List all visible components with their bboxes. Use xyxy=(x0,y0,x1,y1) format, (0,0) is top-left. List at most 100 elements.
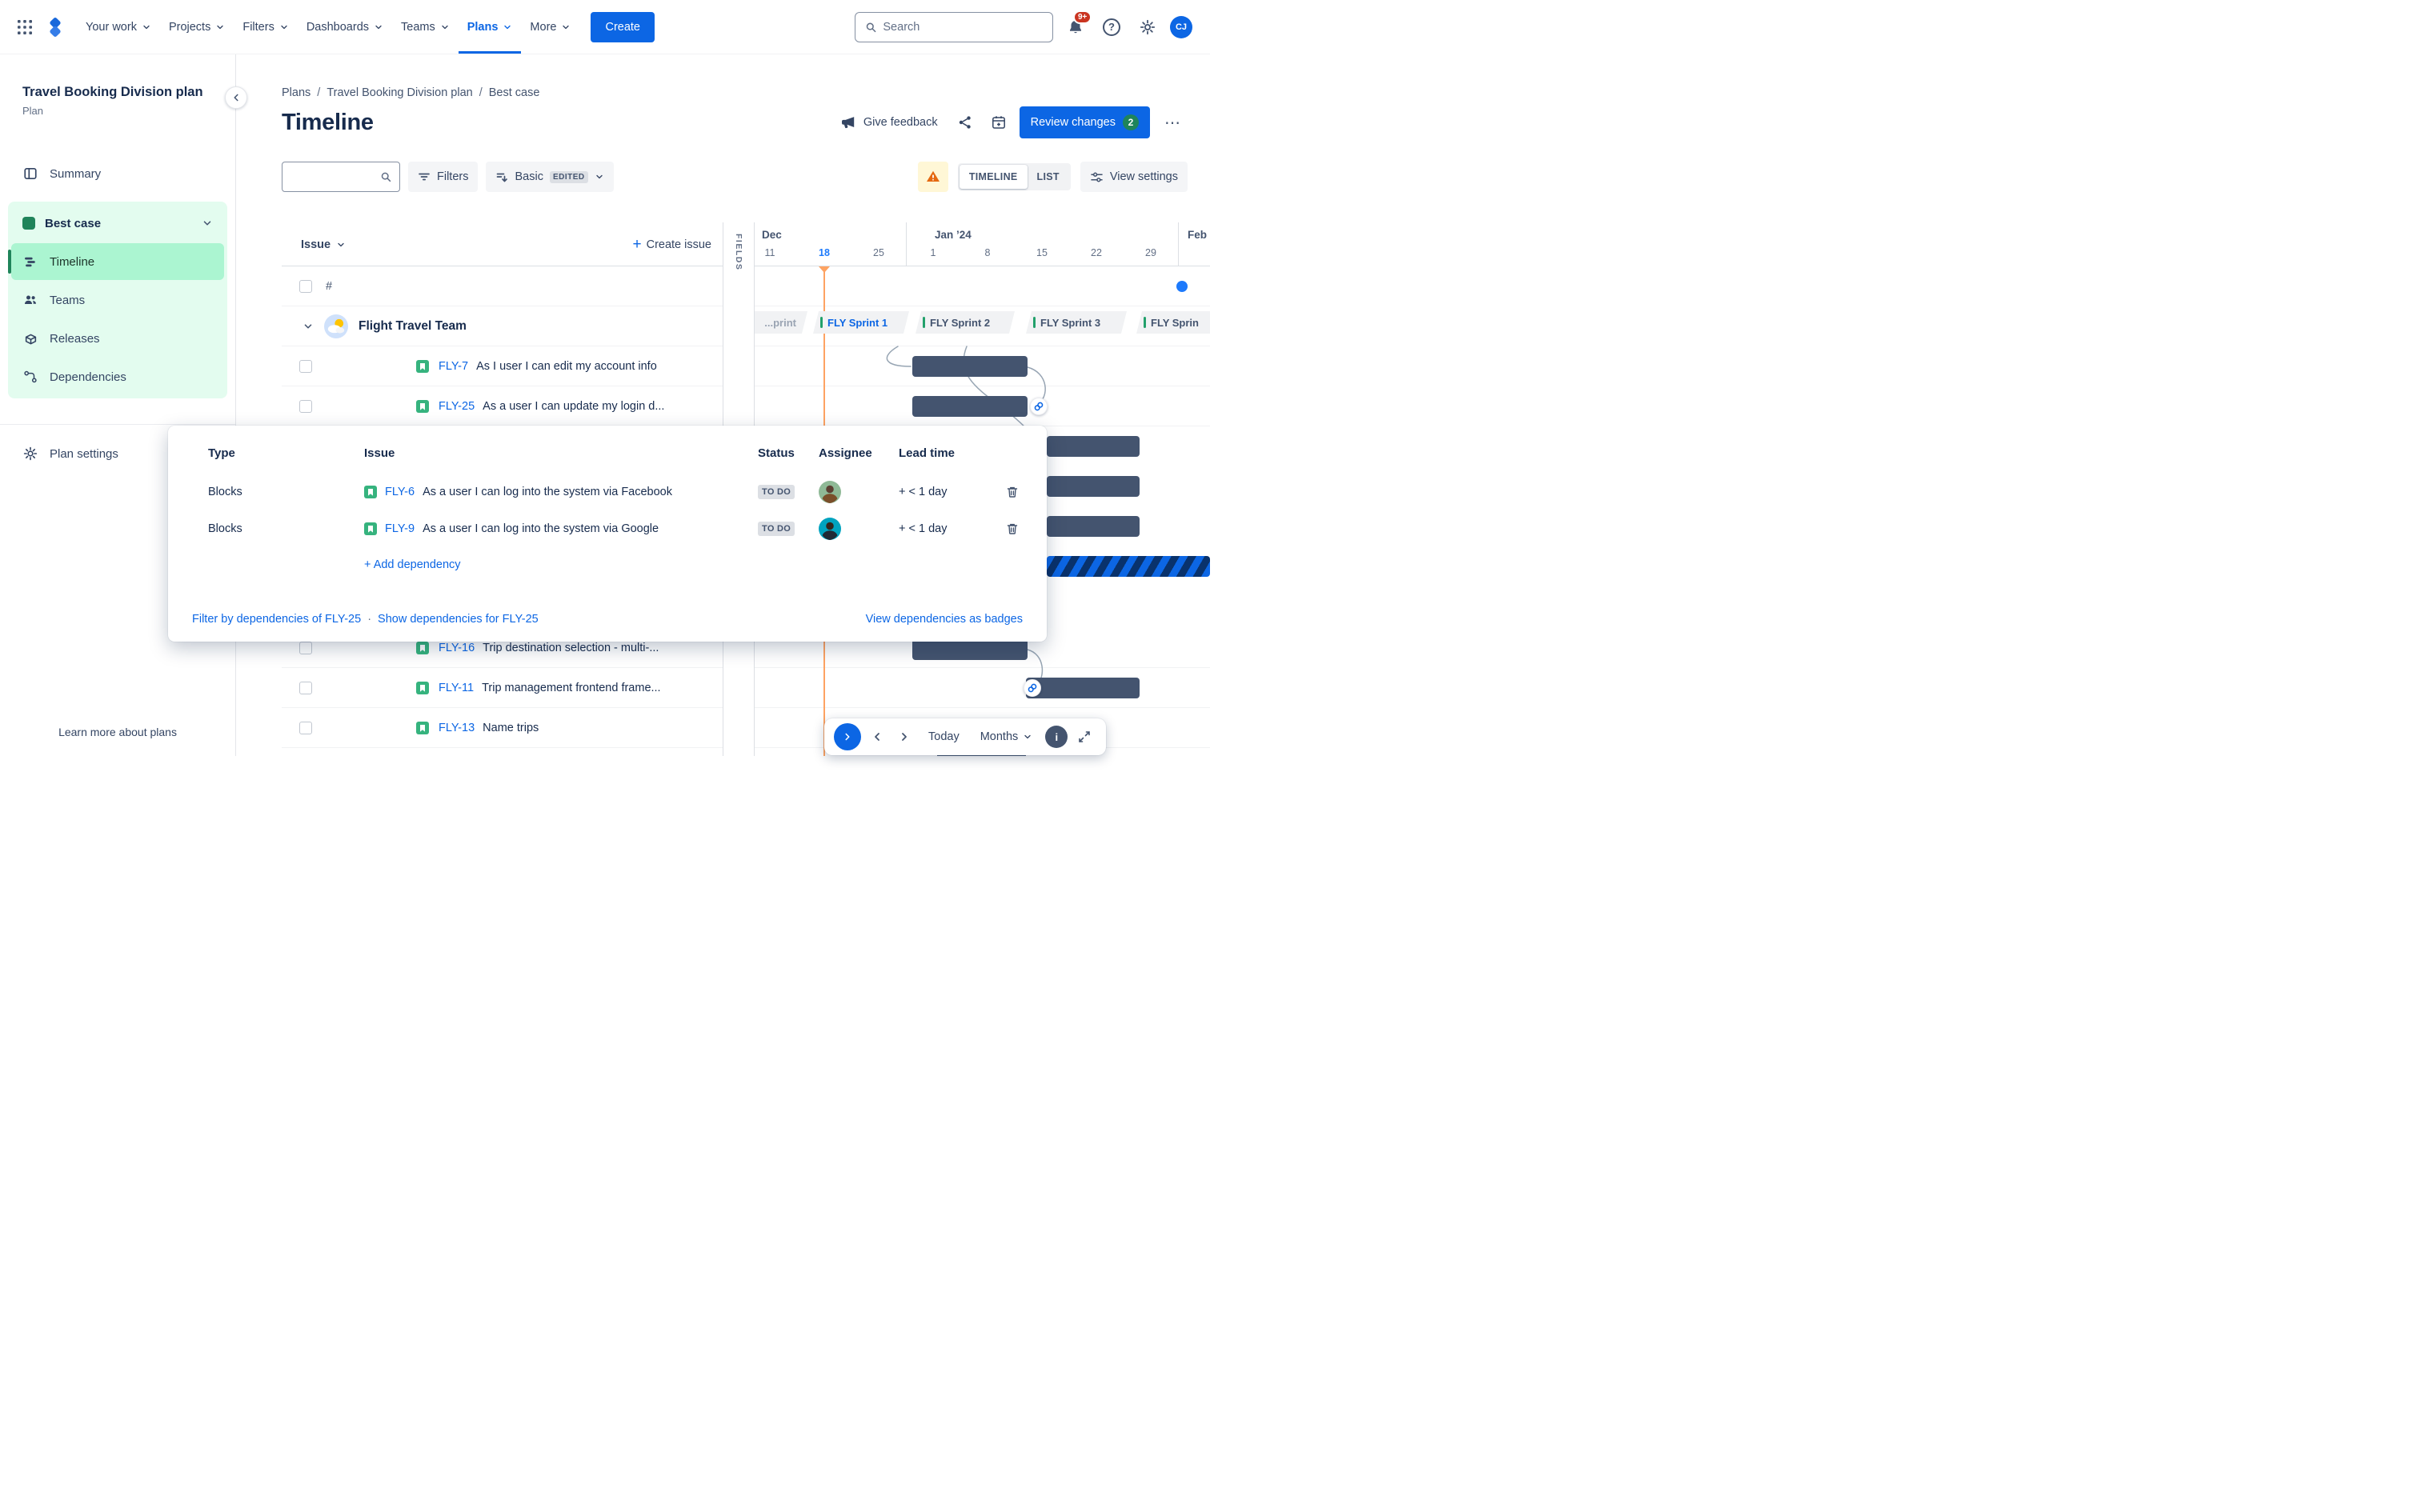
sidebar-item-timeline[interactable]: Timeline xyxy=(8,243,224,280)
dot-separator: · xyxy=(367,613,372,626)
release-marker-dot[interactable] xyxy=(1176,281,1188,292)
timeline-bar-fly-25[interactable] xyxy=(912,396,1028,417)
timeline-bar[interactable] xyxy=(1047,516,1140,537)
row-checkbox[interactable] xyxy=(299,399,312,413)
give-feedback-button[interactable]: Give feedback xyxy=(834,108,944,137)
more-actions-button[interactable]: ⋯ xyxy=(1158,110,1188,136)
nav-dashboards[interactable]: Dashboards xyxy=(298,0,392,54)
user-avatar[interactable]: CJ xyxy=(1170,15,1192,38)
nav-more[interactable]: More xyxy=(521,0,579,54)
chevron-right-icon xyxy=(842,731,853,742)
row-checkbox[interactable] xyxy=(299,641,312,654)
issue-key-link[interactable]: FLY-9 xyxy=(385,522,415,535)
delete-dependency-button[interactable] xyxy=(1003,482,1022,502)
learn-more-link[interactable]: Learn more about plans xyxy=(0,726,235,738)
sidebar-item-summary[interactable]: Summary xyxy=(8,157,227,190)
sprint-chip-fly-sprint-3[interactable]: FLY Sprint 3 xyxy=(1026,311,1127,334)
row-checkbox[interactable] xyxy=(299,721,312,734)
nav-teams[interactable]: Teams xyxy=(392,0,459,54)
dependencies-popup: Type Issue Status Assignee Lead time Blo… xyxy=(168,426,1047,642)
global-search[interactable] xyxy=(855,11,1053,42)
sprint-chip-past[interactable]: ...print xyxy=(755,311,807,334)
nav-projects[interactable]: Projects xyxy=(160,0,234,54)
row-checkbox[interactable] xyxy=(299,359,312,373)
row-checkbox[interactable] xyxy=(299,279,312,293)
breadcrumb-scenario[interactable]: Best case xyxy=(489,86,540,99)
sprint-chip-fly-sprint-2[interactable]: FLY Sprint 2 xyxy=(916,311,1015,334)
scenario-selector[interactable]: Best case xyxy=(11,205,224,242)
nav-filters[interactable]: Filters xyxy=(234,0,297,54)
zoom-level-dropdown[interactable]: Months xyxy=(972,726,1041,748)
timeline-toggle[interactable]: TIMELINE xyxy=(959,165,1028,189)
add-dependency-link[interactable]: + Add dependency xyxy=(364,558,461,571)
chevron-down-icon[interactable] xyxy=(302,321,314,332)
chevron-down-icon xyxy=(279,22,289,32)
scroll-left-button[interactable] xyxy=(866,726,888,748)
list-toggle[interactable]: LIST xyxy=(1028,165,1069,189)
filters-button[interactable]: Filters xyxy=(408,162,479,192)
board-search[interactable] xyxy=(282,162,400,192)
delete-dependency-button[interactable] xyxy=(1003,519,1022,538)
info-button[interactable]: i xyxy=(1045,726,1068,748)
sprint-chip-fly-sprint-1[interactable]: FLY Sprint 1 xyxy=(813,311,909,334)
timeline-bar[interactable] xyxy=(1047,436,1140,457)
jira-logo[interactable] xyxy=(45,17,66,38)
nav-plans[interactable]: Plans xyxy=(458,0,522,54)
view-settings-button[interactable]: View settings xyxy=(1080,162,1188,192)
expand-panel-button[interactable] xyxy=(834,723,861,750)
nav-your-work[interactable]: Your work xyxy=(77,0,160,54)
sidebar-item-teams[interactable]: Teams xyxy=(11,282,224,318)
create-button[interactable]: Create xyxy=(591,11,655,42)
issue-column-header[interactable]: Issue xyxy=(301,238,346,251)
assignee-avatar[interactable] xyxy=(819,518,899,540)
row-number-header: # xyxy=(326,279,333,293)
warnings-button[interactable] xyxy=(917,162,948,192)
timeline-bar[interactable] xyxy=(1047,476,1140,497)
dependency-link-badge[interactable] xyxy=(1024,679,1041,697)
share-button[interactable] xyxy=(952,110,978,135)
breadcrumb-plans[interactable]: Plans xyxy=(282,86,311,99)
sidebar-item-releases[interactable]: Releases xyxy=(11,320,224,357)
issue-key-link[interactable]: FLY-6 xyxy=(385,486,415,498)
issue-key-link[interactable]: FLY-16 xyxy=(439,642,475,654)
row-checkbox[interactable] xyxy=(299,681,312,694)
breadcrumb-plan-name[interactable]: Travel Booking Division plan xyxy=(327,86,472,99)
timeline-bar-fly-7[interactable] xyxy=(912,356,1028,377)
today-button[interactable]: Today xyxy=(920,726,968,748)
scroll-right-button[interactable] xyxy=(893,726,916,748)
issue-key-link[interactable]: FLY-25 xyxy=(439,400,475,413)
settings-button[interactable] xyxy=(1135,14,1160,40)
timeline-bar-fly-11[interactable] xyxy=(1026,678,1140,698)
app-switcher-button[interactable] xyxy=(13,15,37,39)
story-icon xyxy=(416,400,429,413)
global-search-input[interactable] xyxy=(883,20,1043,34)
sidebar-collapse-button[interactable] xyxy=(225,86,247,109)
help-button[interactable]: ? xyxy=(1098,14,1125,41)
date-tick: 29 xyxy=(1145,247,1156,258)
view-mode-icon xyxy=(497,173,508,182)
assignee-avatar[interactable] xyxy=(819,481,899,503)
schedule-view-button[interactable] xyxy=(986,110,1012,135)
timeline-bar-fly-16[interactable] xyxy=(912,639,1028,660)
status-badge: TO DO xyxy=(758,485,795,499)
issue-key-link[interactable]: FLY-7 xyxy=(439,360,468,373)
dependency-link-badge[interactable] xyxy=(1030,398,1048,415)
info-icon: i xyxy=(1055,730,1059,743)
notifications-button[interactable]: 9+ xyxy=(1063,10,1092,40)
dependencies-icon xyxy=(22,370,38,384)
view-mode-button[interactable]: Basic EDITED xyxy=(486,162,614,192)
issue-key-link[interactable]: FLY-11 xyxy=(439,682,474,694)
issue-key-link[interactable]: FLY-13 xyxy=(439,722,475,734)
board-search-input[interactable] xyxy=(290,170,380,183)
filter-by-dependencies-link[interactable]: Filter by dependencies of FLY-25 xyxy=(192,613,361,626)
sprint-chip-fly-sprint-4[interactable]: FLY Sprin xyxy=(1136,311,1210,334)
show-dependencies-link[interactable]: Show dependencies for FLY-25 xyxy=(378,613,539,626)
create-issue-button[interactable]: + Create issue xyxy=(632,237,711,252)
chevron-down-icon xyxy=(561,22,571,32)
timeline-bar-striped[interactable] xyxy=(1047,556,1210,577)
review-changes-button[interactable]: Review changes 2 xyxy=(1019,106,1150,138)
sidebar-item-dependencies[interactable]: Dependencies xyxy=(11,358,224,395)
chevron-down-icon xyxy=(440,22,450,32)
view-dependencies-as-badges-link[interactable]: View dependencies as badges xyxy=(866,613,1023,626)
fullscreen-button[interactable] xyxy=(1072,725,1096,749)
